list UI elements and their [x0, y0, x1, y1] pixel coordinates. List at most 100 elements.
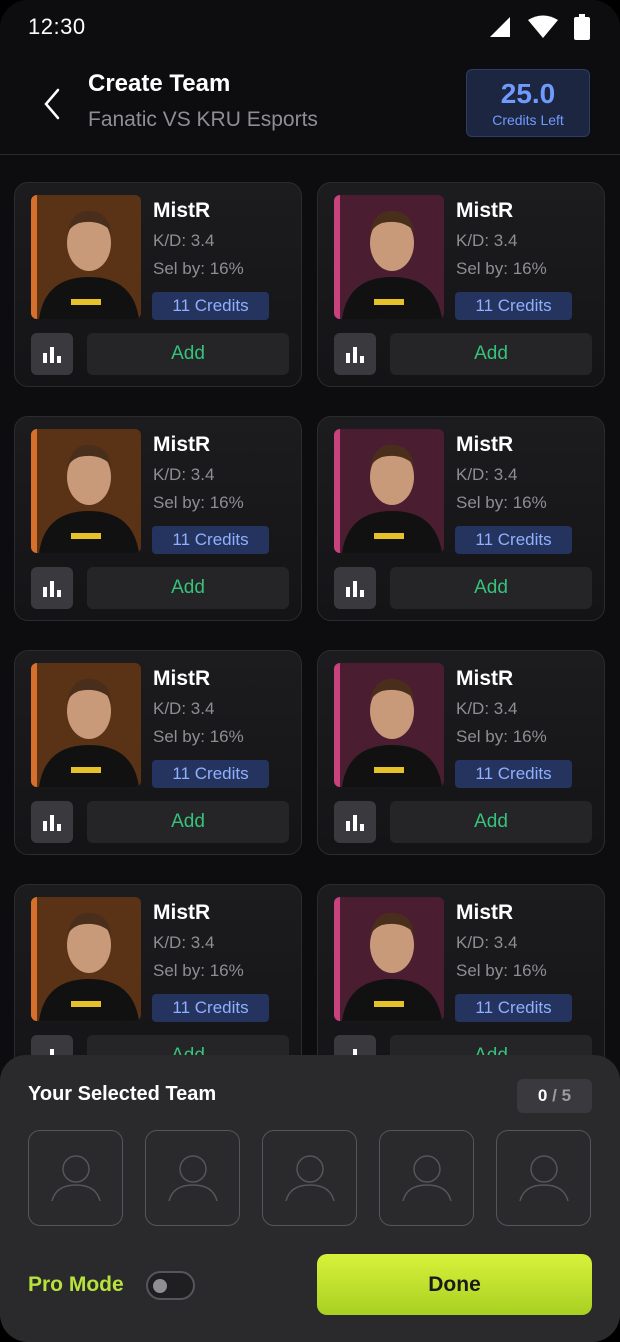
player-photo: [31, 897, 141, 1021]
player-photo: [31, 663, 141, 787]
add-player-button[interactable]: Add: [87, 333, 289, 375]
credits-left-value: 25.0: [500, 78, 556, 109]
player-name: MistR: [456, 199, 514, 222]
player-name: MistR: [153, 667, 211, 690]
player-credits-badge: 11 Credits: [152, 526, 269, 554]
player-selected-by: Sel by: 16%: [456, 493, 547, 512]
selected-team-title: Your Selected Team: [28, 1083, 217, 1105]
add-player-button[interactable]: Add: [87, 567, 289, 609]
credits-left-label: Credits Left: [492, 112, 564, 128]
player-photo: [334, 429, 444, 553]
user-placeholder-icon: [50, 1155, 101, 1202]
player-name: MistR: [456, 433, 514, 456]
player-kd: K/D: 3.4: [153, 699, 215, 718]
done-button[interactable]: Done: [317, 1254, 592, 1315]
player-avatar-icon: [342, 678, 442, 787]
player-avatar-icon: [39, 678, 139, 787]
team-slot[interactable]: [379, 1130, 474, 1226]
app-screen: 12:30 Create Team Fanatic VS KRU Esports…: [0, 0, 620, 1342]
bar-chart-icon: [43, 581, 61, 597]
selected-count-badge: 0 / 5: [517, 1079, 592, 1113]
selected-team-sheet: Your Selected Team 0 / 5 Pro Mode Done: [0, 1055, 620, 1342]
player-card[interactable]: MistR K/D: 3.4 Sel by: 16% 11 Credits Ad…: [14, 416, 302, 621]
player-credits-badge: 11 Credits: [455, 760, 572, 788]
player-kd: K/D: 3.4: [153, 231, 215, 250]
team-slot[interactable]: [145, 1130, 240, 1226]
count-separator: /: [552, 1086, 557, 1105]
wifi-icon: [528, 15, 558, 38]
player-credits-badge: 11 Credits: [455, 994, 572, 1022]
add-player-button[interactable]: Add: [390, 567, 592, 609]
player-card[interactable]: MistR K/D: 3.4 Sel by: 16% 11 Credits Ad…: [317, 650, 605, 855]
player-avatar-icon: [342, 444, 442, 553]
chevron-left-icon: [44, 88, 60, 120]
user-placeholder-icon: [284, 1155, 335, 1202]
player-credits-badge: 11 Credits: [455, 292, 572, 320]
credits-left-box: 25.0 Credits Left: [466, 69, 590, 137]
pro-mode-label: Pro Mode: [28, 1273, 124, 1296]
player-selected-by: Sel by: 16%: [153, 727, 244, 746]
player-selected-by: Sel by: 16%: [456, 259, 547, 278]
stats-button[interactable]: [334, 567, 376, 609]
player-photo: [334, 897, 444, 1021]
player-card[interactable]: MistR K/D: 3.4 Sel by: 16% 11 Credits Ad…: [14, 182, 302, 387]
player-kd: K/D: 3.4: [456, 933, 518, 952]
status-bar: 12:30: [0, 0, 620, 56]
add-player-button[interactable]: Add: [390, 801, 592, 843]
player-name: MistR: [456, 901, 514, 924]
user-placeholder-icon: [518, 1155, 569, 1202]
back-button[interactable]: [36, 86, 68, 122]
player-card[interactable]: MistR K/D: 3.4 Sel by: 16% 11 Credits Ad…: [14, 650, 302, 855]
pro-mode-toggle[interactable]: [146, 1271, 195, 1300]
selected-total: 5: [561, 1086, 572, 1105]
team-slot[interactable]: [496, 1130, 591, 1226]
team-slot[interactable]: [28, 1130, 123, 1226]
page-title: Create Team: [88, 70, 231, 97]
player-selected-by: Sel by: 16%: [153, 259, 244, 278]
battery-icon: [574, 14, 590, 40]
player-kd: K/D: 3.4: [456, 699, 518, 718]
player-card[interactable]: MistR K/D: 3.4 Sel by: 16% 11 Credits Ad…: [317, 416, 605, 621]
player-credits-badge: 11 Credits: [152, 292, 269, 320]
stats-button[interactable]: [31, 567, 73, 609]
header: Create Team Fanatic VS KRU Esports 25.0 …: [0, 56, 620, 155]
team-slots: [28, 1130, 591, 1226]
player-card[interactable]: MistR K/D: 3.4 Sel by: 16% 11 Credits Ad…: [317, 182, 605, 387]
player-name: MistR: [456, 667, 514, 690]
add-player-button[interactable]: Add: [87, 801, 289, 843]
player-photo: [334, 195, 444, 319]
player-selected-by: Sel by: 16%: [153, 493, 244, 512]
player-credits-badge: 11 Credits: [152, 994, 269, 1022]
bar-chart-icon: [346, 815, 364, 831]
status-icons: [488, 14, 590, 40]
player-photo: [31, 429, 141, 553]
player-avatar-icon: [39, 912, 139, 1021]
player-name: MistR: [153, 901, 211, 924]
player-avatar-icon: [39, 210, 139, 319]
team-slot[interactable]: [262, 1130, 357, 1226]
stats-button[interactable]: [334, 801, 376, 843]
stats-button[interactable]: [31, 333, 73, 375]
player-selected-by: Sel by: 16%: [456, 961, 547, 980]
player-kd: K/D: 3.4: [153, 933, 215, 952]
bar-chart-icon: [43, 815, 61, 831]
add-player-button[interactable]: Add: [390, 333, 592, 375]
player-selected-by: Sel by: 16%: [456, 727, 547, 746]
stats-button[interactable]: [334, 333, 376, 375]
stats-button[interactable]: [31, 801, 73, 843]
player-selected-by: Sel by: 16%: [153, 961, 244, 980]
player-photo: [334, 663, 444, 787]
signal-icon: [490, 17, 510, 37]
toggle-knob: [153, 1279, 167, 1293]
bar-chart-icon: [346, 581, 364, 597]
player-kd: K/D: 3.4: [456, 465, 518, 484]
bar-chart-icon: [43, 347, 61, 363]
player-avatar-icon: [342, 210, 442, 319]
status-time: 12:30: [28, 14, 86, 39]
player-name: MistR: [153, 199, 211, 222]
match-subtitle: Fanatic VS KRU Esports: [88, 108, 318, 131]
user-placeholder-icon: [401, 1155, 452, 1202]
player-kd: K/D: 3.4: [153, 465, 215, 484]
player-avatar-icon: [39, 444, 139, 553]
selected-count: 0: [537, 1086, 548, 1105]
